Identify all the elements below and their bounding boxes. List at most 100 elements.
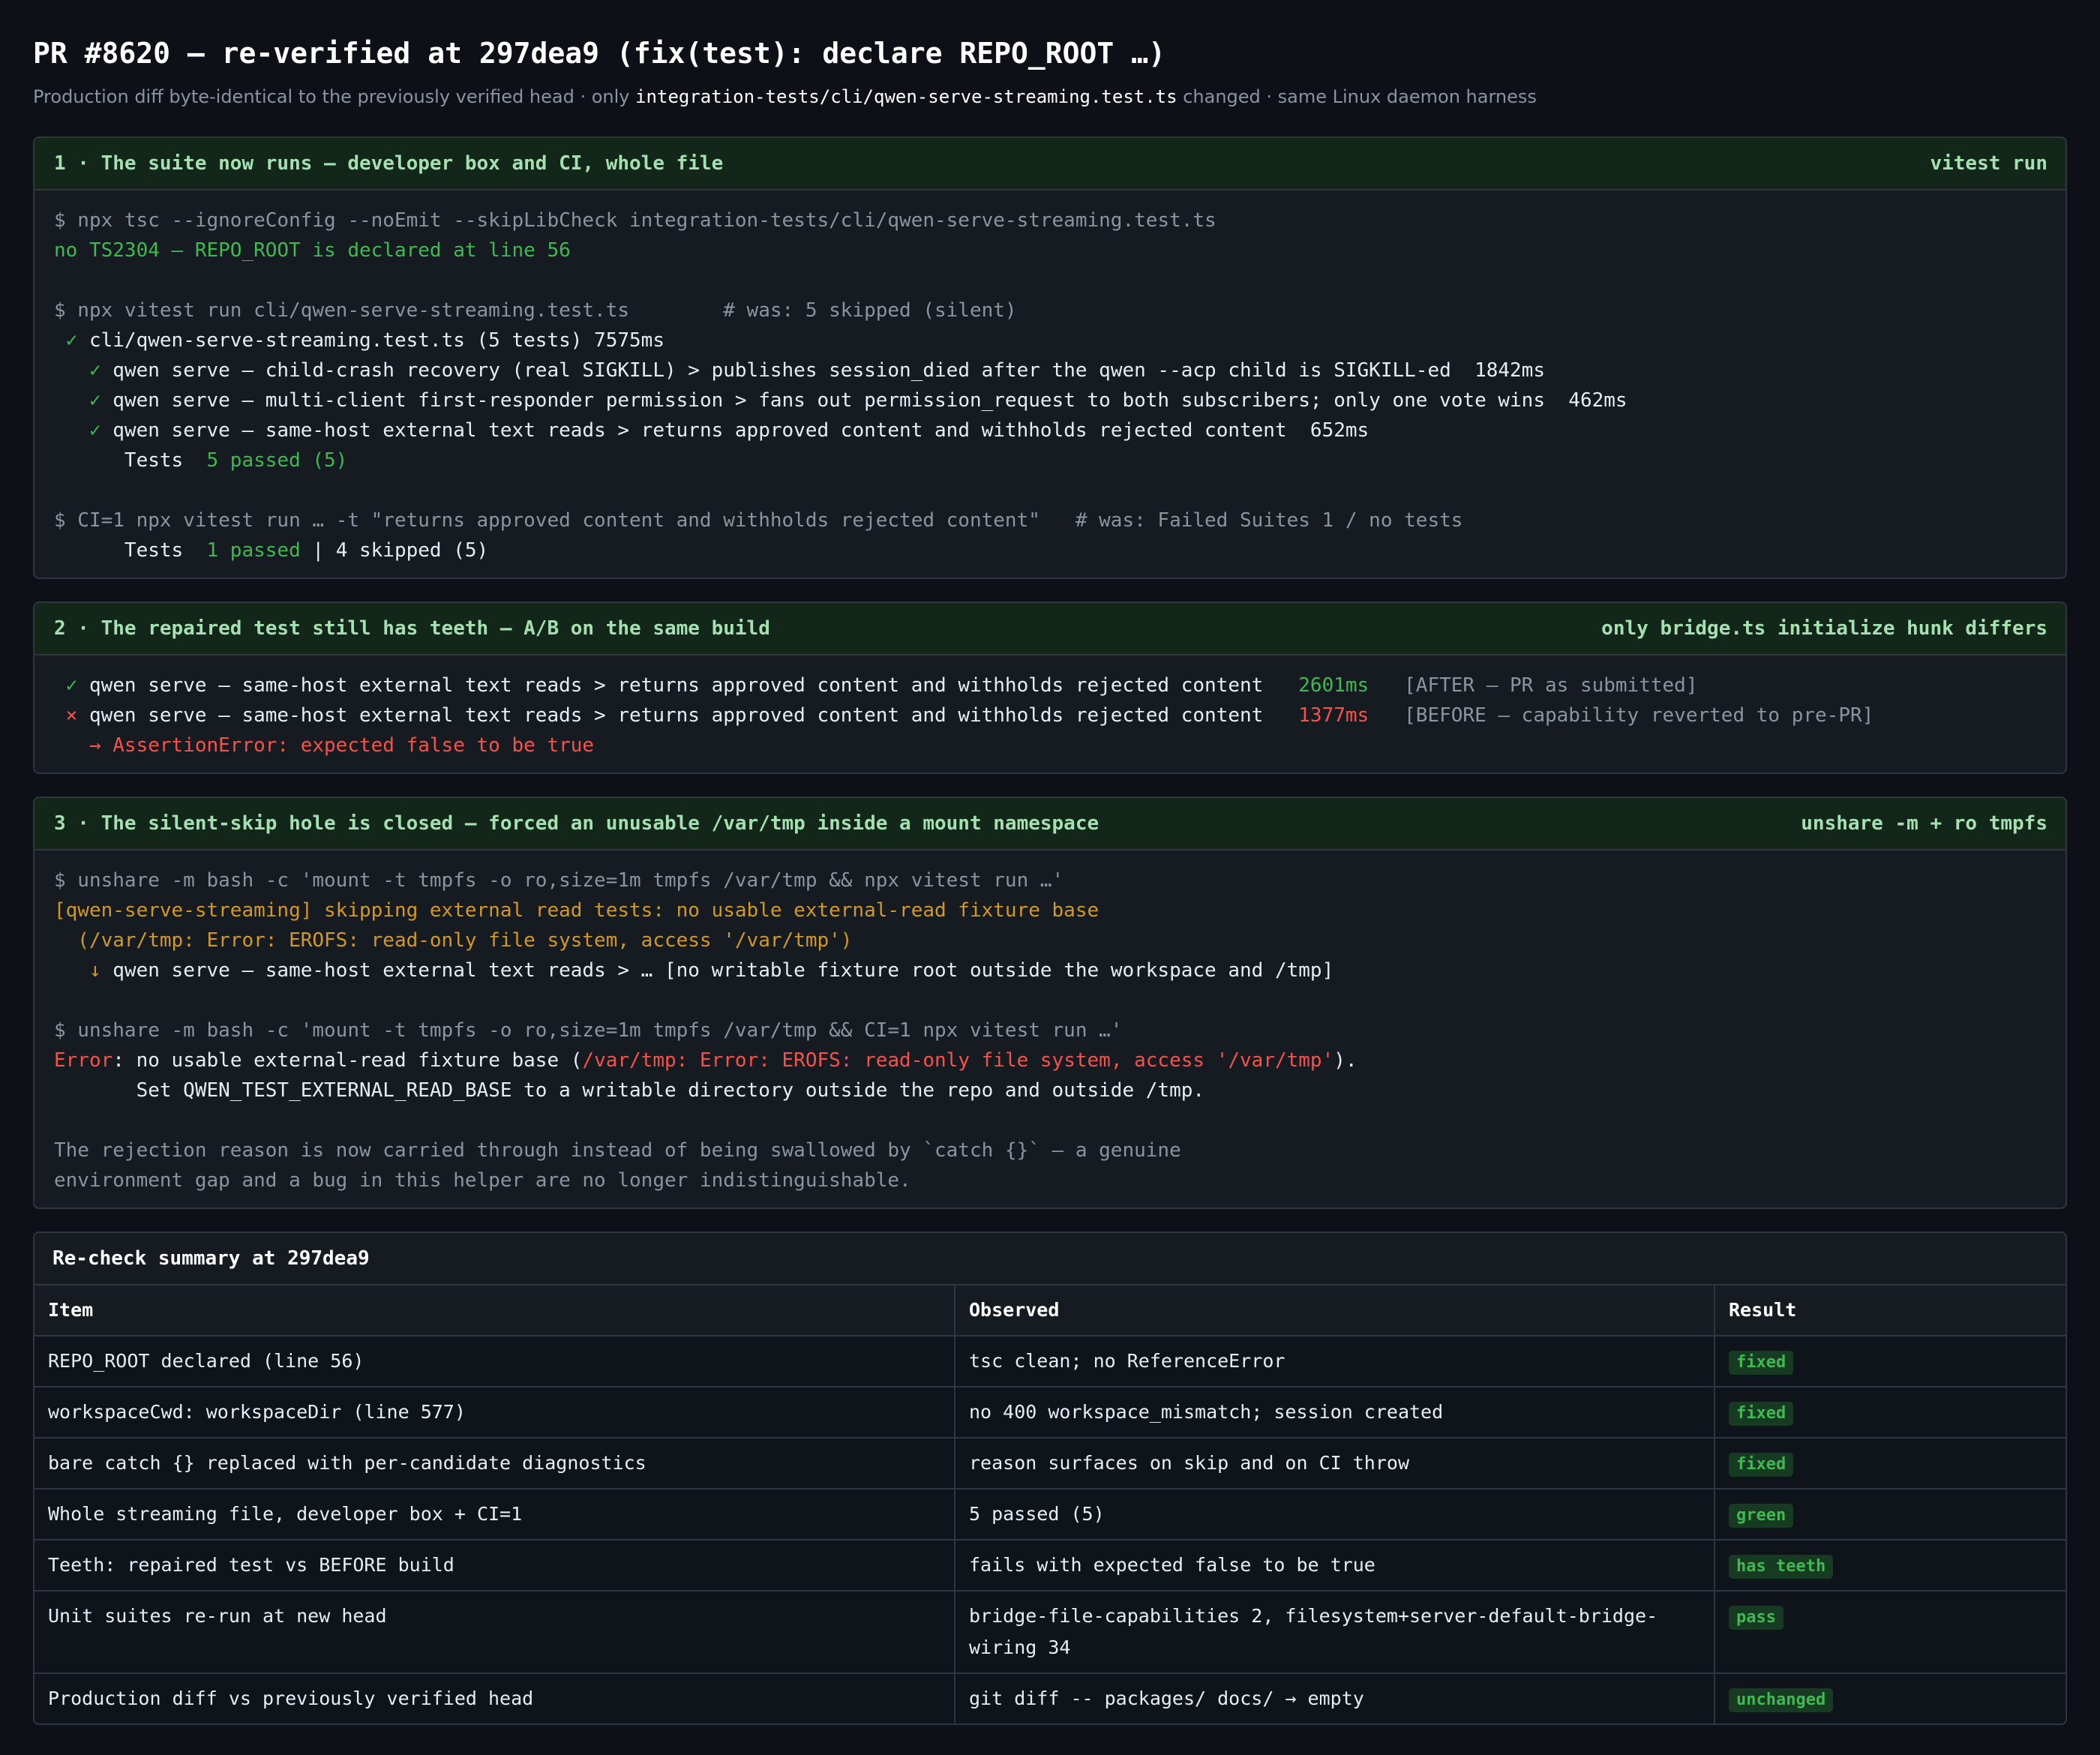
terminal-output: $ unshare -m bash -c 'mount -t tmpfs -o … bbox=[34, 850, 2066, 1208]
tests-label: Tests bbox=[54, 449, 207, 472]
check-icon: ✓ bbox=[54, 389, 113, 412]
error-text-end: ). bbox=[1334, 1049, 1358, 1072]
section-tag: vitest run bbox=[1930, 152, 2048, 175]
summary-title: Re-check summary at 297dea9 bbox=[34, 1233, 2066, 1286]
command-line: $ CI=1 npx vitest run … -t "returns appr… bbox=[54, 509, 1463, 532]
page: PR #8620 — re-verified at 297dea9 (fix(t… bbox=[0, 0, 2100, 1725]
error-label: Error bbox=[54, 1049, 113, 1072]
error-line: Error: no usable external-read fixture b… bbox=[54, 1046, 2046, 1076]
status-badge: pass bbox=[1729, 1606, 1784, 1630]
output-text: qwen serve — same-host external text rea… bbox=[112, 959, 1334, 982]
cross-icon: × bbox=[54, 704, 89, 727]
section-header: 2 · The repaired test still has teeth — … bbox=[34, 603, 2066, 656]
column-header: Item bbox=[34, 1286, 956, 1336]
subtitle-text: Production diff byte-identical to the pr… bbox=[33, 86, 636, 107]
check-icon: ✓ bbox=[54, 419, 113, 442]
cell-result: pass bbox=[1714, 1590, 2066, 1674]
command-line: $ npx tsc --ignoreConfig --noEmit --skip… bbox=[54, 209, 1216, 232]
output-text: qwen serve — same-host external text rea… bbox=[88, 704, 1299, 727]
cell-item: Unit suites re-run at new head bbox=[34, 1590, 956, 1674]
terminal-output: ✓ qwen serve — same-host external text r… bbox=[34, 656, 2066, 772]
note: [BEFORE — capability reverted to pre-PR] bbox=[1369, 704, 1874, 727]
output-line: Tests 5 passed (5) bbox=[54, 446, 2046, 476]
table-row: Unit suites re-run at new head bridge-fi… bbox=[34, 1590, 2066, 1674]
page-title: PR #8620 — re-verified at 297dea9 (fix(t… bbox=[33, 37, 1166, 70]
table-row: bare catch {} replaced with per-candidat… bbox=[34, 1437, 2066, 1490]
cell-item: Production diff vs previously verified h… bbox=[34, 1672, 956, 1724]
check-icon: ✓ bbox=[54, 329, 89, 352]
command-line: $ npx vitest run cli/qwen-serve-streamin… bbox=[54, 299, 1017, 322]
cell-result: unchanged bbox=[1714, 1672, 2066, 1724]
section-tag: unshare -m + ro tmpfs bbox=[1801, 812, 2048, 835]
output-text: qwen serve — same-host external text rea… bbox=[112, 419, 1370, 442]
section-header: 3 · The silent-skip hole is closed — for… bbox=[34, 798, 2066, 850]
cell-result: fixed bbox=[1714, 1335, 2066, 1388]
output-line: ↓ qwen serve — same-host external text r… bbox=[54, 956, 2046, 986]
table-row: workspaceCwd: workspaceDir (line 577) no… bbox=[34, 1386, 2066, 1438]
note: [AFTER — PR as submitted] bbox=[1369, 674, 1698, 697]
section-teeth: 2 · The repaired test still has teeth — … bbox=[33, 602, 2067, 774]
command-line: $ unshare -m bash -c 'mount -t tmpfs -o … bbox=[54, 1019, 1123, 1042]
table-row: Production diff vs previously verified h… bbox=[34, 1672, 2066, 1724]
section-suite-runs: 1 · The suite now runs — developer box a… bbox=[33, 136, 2067, 579]
section-title: 1 · The suite now runs — developer box a… bbox=[54, 152, 724, 175]
output-text: cli/qwen-serve-streaming.test.ts (5 test… bbox=[88, 329, 664, 352]
page-subtitle: Production diff byte-identical to the pr… bbox=[33, 84, 2067, 110]
cell-result: green bbox=[1714, 1488, 2066, 1540]
section-silent-skip: 3 · The silent-skip hole is closed — for… bbox=[33, 796, 2067, 1209]
cell-result: fixed bbox=[1714, 1386, 2066, 1438]
cell-observed: fails with expected false to be true bbox=[954, 1539, 1715, 1592]
cell-observed: git diff -- packages/ docs/ → empty bbox=[954, 1672, 1715, 1724]
output-text: qwen serve — same-host external text rea… bbox=[88, 674, 1299, 697]
duration: 1377ms bbox=[1298, 704, 1370, 727]
warning-line: (/var/tmp: Error: EROFS: read-only file … bbox=[54, 929, 853, 952]
section-tag: only bridge.ts initialize hunk differs bbox=[1601, 617, 2048, 640]
output-line: ✓ qwen serve — child-crash recovery (rea… bbox=[54, 356, 2046, 386]
cell-item: workspaceCwd: workspaceDir (line 577) bbox=[34, 1386, 956, 1438]
output-line: ✓ qwen serve — same-host external text r… bbox=[54, 416, 2046, 446]
table-row: Teeth: repaired test vs BEFORE build fai… bbox=[34, 1539, 2066, 1592]
cell-observed: no 400 workspace_mismatch; session creat… bbox=[954, 1386, 1715, 1438]
tests-label: Tests bbox=[54, 539, 207, 562]
check-icon: ✓ bbox=[54, 674, 89, 697]
error-detail: /var/tmp: Error: EROFS: read-only file s… bbox=[582, 1049, 1334, 1072]
terminal-output: $ npx tsc --ignoreConfig --noEmit --skip… bbox=[34, 190, 2066, 578]
tests-value: 1 passed bbox=[206, 539, 301, 562]
cell-result: fixed bbox=[1714, 1437, 2066, 1490]
cell-item: Whole streaming file, developer box + CI… bbox=[34, 1488, 956, 1540]
status-badge: fixed bbox=[1729, 1351, 1794, 1375]
output-line: ✓ qwen serve — multi-client first-respon… bbox=[54, 386, 2046, 416]
table-row: Whole streaming file, developer box + CI… bbox=[34, 1488, 2066, 1540]
cell-observed: tsc clean; no ReferenceError bbox=[954, 1335, 1715, 1388]
cell-result: has teeth bbox=[1714, 1539, 2066, 1592]
section-title: 2 · The repaired test still has teeth — … bbox=[54, 617, 770, 640]
skip-arrow-icon: ↓ bbox=[54, 959, 113, 982]
cell-item: Teeth: repaired test vs BEFORE build bbox=[34, 1539, 956, 1592]
status-badge: has teeth bbox=[1729, 1555, 1834, 1579]
summary-table: Item Observed Result REPO_ROOT declared … bbox=[34, 1286, 2066, 1724]
output-text: qwen serve — child-crash recovery (real … bbox=[112, 359, 1545, 382]
cell-item: REPO_ROOT declared (line 56) bbox=[34, 1335, 956, 1388]
duration: 2601ms bbox=[1298, 674, 1370, 697]
table-header-row: Item Observed Result bbox=[34, 1286, 2066, 1336]
status-badge: fixed bbox=[1729, 1402, 1794, 1426]
tests-rest: | 4 skipped (5) bbox=[300, 539, 489, 562]
column-header: Observed bbox=[954, 1286, 1715, 1336]
output-line: Tests 1 passed | 4 skipped (5) bbox=[54, 536, 2046, 566]
cell-observed: 5 passed (5) bbox=[954, 1488, 1715, 1540]
subtitle-text-end: changed · same Linux daemon harness bbox=[1177, 86, 1537, 107]
status-badge: fixed bbox=[1729, 1453, 1794, 1477]
command-line: $ unshare -m bash -c 'mount -t tmpfs -o … bbox=[54, 869, 1064, 892]
table-row: REPO_ROOT declared (line 56) tsc clean; … bbox=[34, 1335, 2066, 1388]
output-text: qwen serve — multi-client first-responde… bbox=[112, 389, 1628, 412]
check-icon: ✓ bbox=[54, 359, 113, 382]
cell-observed: bridge-file-capabilities 2, filesystem+s… bbox=[954, 1590, 1715, 1674]
note-line: environment gap and a bug in this helper… bbox=[54, 1169, 911, 1192]
warning-line: [qwen-serve-streaming] skipping external… bbox=[54, 899, 1100, 922]
error-text: : no usable external-read fixture base ( bbox=[112, 1049, 583, 1072]
cell-observed: reason surfaces on skip and on CI throw bbox=[954, 1437, 1715, 1490]
output-line: × qwen serve — same-host external text r… bbox=[54, 700, 2046, 730]
output-line: ✓ cli/qwen-serve-streaming.test.ts (5 te… bbox=[54, 326, 2046, 356]
error-line: → AssertionError: expected false to be t… bbox=[54, 734, 595, 757]
tests-value: 5 passed (5) bbox=[206, 449, 348, 472]
